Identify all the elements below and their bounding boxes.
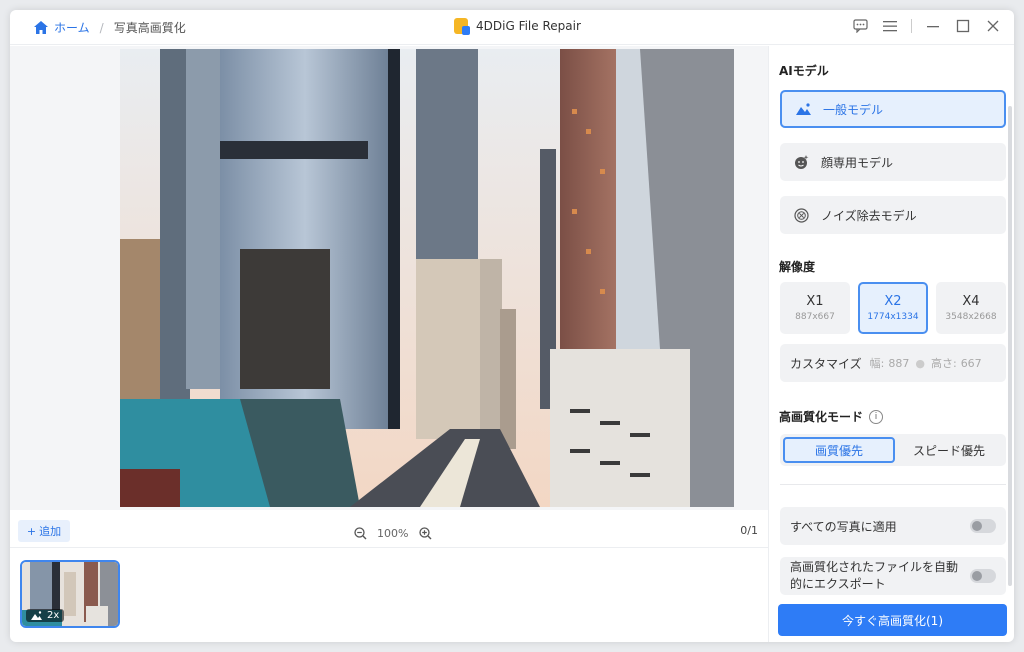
scale-badge: 2x [26, 609, 65, 622]
resolution-x1[interactable]: X1 887x667 [780, 282, 850, 334]
breadcrumb-current: 写真高画質化 [113, 21, 186, 35]
model-denoise-label: ノイズ除去モデル [821, 208, 917, 223]
apply-all-toggle[interactable] [970, 519, 996, 533]
title-bar: ホーム / 写真高画質化 4DDiG File Repair [10, 10, 1014, 45]
width-label: 幅: [869, 357, 885, 370]
zoom-controls: 100% [351, 524, 434, 542]
menu-button[interactable] [881, 17, 899, 35]
model-face-label: 顔専用モデル [821, 155, 894, 170]
resolution-x4-label: X4 [962, 294, 980, 309]
minimize-button[interactable] [924, 17, 942, 35]
home-icon [34, 21, 48, 34]
preview-toolbar: + 追加 100% 0/1 [10, 516, 768, 548]
image-counter: 0/1 [740, 524, 758, 537]
landscape-icon [31, 611, 42, 620]
width-field[interactable]: 887 [888, 357, 909, 370]
add-button[interactable]: + 追加 [18, 520, 70, 542]
height-label: 高さ: [930, 357, 957, 370]
landscape-icon [796, 103, 811, 115]
model-general-label: 一般モデル [823, 102, 884, 117]
auto-export-row: 高画質化されたファイルを自動的にエクスポート [780, 557, 1006, 595]
settings-panel: AIモデル 一般モデル 顔専用モデル ノイズ除去モデル 解像度 X1 887x6… [768, 46, 1014, 642]
ai-model-title: AIモデル [779, 64, 829, 78]
enhance-now-button[interactable]: 今すぐ高画質化(1) [778, 604, 1007, 636]
custom-resolution[interactable]: カスタマイズ 幅: 887 ● 高さ: 667 [780, 344, 1006, 382]
noise-icon [794, 207, 809, 223]
resolution-x4[interactable]: X4 3548x2668 [936, 282, 1006, 334]
mode-speed[interactable]: スピード優先 [895, 437, 1003, 463]
auto-export-toggle[interactable] [970, 569, 996, 583]
resolution-x4-size: 3548x2668 [945, 312, 997, 322]
app-window: ホーム / 写真高画質化 4DDiG File Repair + 追加 100%… [10, 10, 1014, 642]
thumbnail-strip: 2x [10, 550, 768, 642]
controls-divider [911, 19, 912, 33]
mode-title-row: 高画質化モード i [779, 408, 884, 425]
model-general[interactable]: 一般モデル [780, 90, 1006, 128]
plus-icon: + [26, 524, 37, 538]
model-denoise[interactable]: ノイズ除去モデル [780, 196, 1006, 234]
mode-selector: 画質優先 スピード優先 [780, 434, 1006, 466]
mode-quality[interactable]: 画質優先 [783, 437, 895, 463]
resolution-x2-size: 1774x1334 [867, 312, 919, 322]
resolution-x2-label: X2 [884, 294, 902, 309]
height-field[interactable]: 667 [961, 357, 982, 370]
zoom-out-button[interactable] [351, 524, 369, 542]
link-icon: ● [915, 356, 925, 370]
hamburger-menu-icon [883, 21, 897, 32]
feedback-button[interactable] [851, 17, 869, 35]
window-controls [851, 17, 1002, 35]
apply-all-label: すべての写真に適用 [790, 519, 897, 534]
scale-badge-label: 2x [47, 610, 60, 621]
zoom-in-icon [419, 526, 432, 539]
resolution-x1-label: X1 [806, 294, 824, 309]
maximize-button[interactable] [954, 17, 972, 35]
face-icon [795, 154, 809, 169]
breadcrumb: ホーム / 写真高画質化 [34, 19, 186, 36]
thumbnail-item[interactable]: 2x [20, 560, 120, 628]
panel-scrollbar[interactable] [1008, 106, 1012, 586]
close-button[interactable] [984, 17, 1002, 35]
resolution-title: 解像度 [779, 260, 816, 274]
app-logo-icon [454, 18, 470, 35]
info-icon[interactable]: i [869, 409, 884, 424]
chat-icon [852, 19, 868, 33]
add-button-label: 追加 [39, 525, 62, 538]
mode-title: 高画質化モード [779, 410, 864, 424]
app-title-label: 4DDiG File Repair [476, 19, 581, 33]
resolution-x2[interactable]: X2 1774x1334 [858, 282, 928, 334]
minimize-icon [927, 26, 939, 28]
auto-export-label: 高画質化されたファイルを自動的にエクスポート [790, 560, 959, 591]
breadcrumb-home[interactable]: ホーム [34, 19, 90, 36]
image-preview-area [10, 46, 768, 510]
breadcrumb-home-label: ホーム [54, 21, 90, 35]
city-photo [120, 49, 734, 507]
model-face[interactable]: 顔専用モデル [780, 143, 1006, 181]
zoom-level: 100% [377, 526, 409, 540]
breadcrumb-separator: / [99, 20, 104, 35]
apply-all-row: すべての写真に適用 [780, 507, 1006, 545]
preview-image [120, 49, 734, 507]
custom-label: カスタマイズ [790, 356, 862, 371]
zoom-in-button[interactable] [416, 524, 434, 542]
app-title: 4DDiG File Repair [454, 18, 581, 35]
maximize-icon [956, 19, 970, 33]
resolution-x1-size: 887x667 [795, 312, 835, 322]
close-icon [987, 20, 999, 32]
panel-divider [780, 484, 1006, 485]
zoom-out-icon [353, 526, 366, 539]
